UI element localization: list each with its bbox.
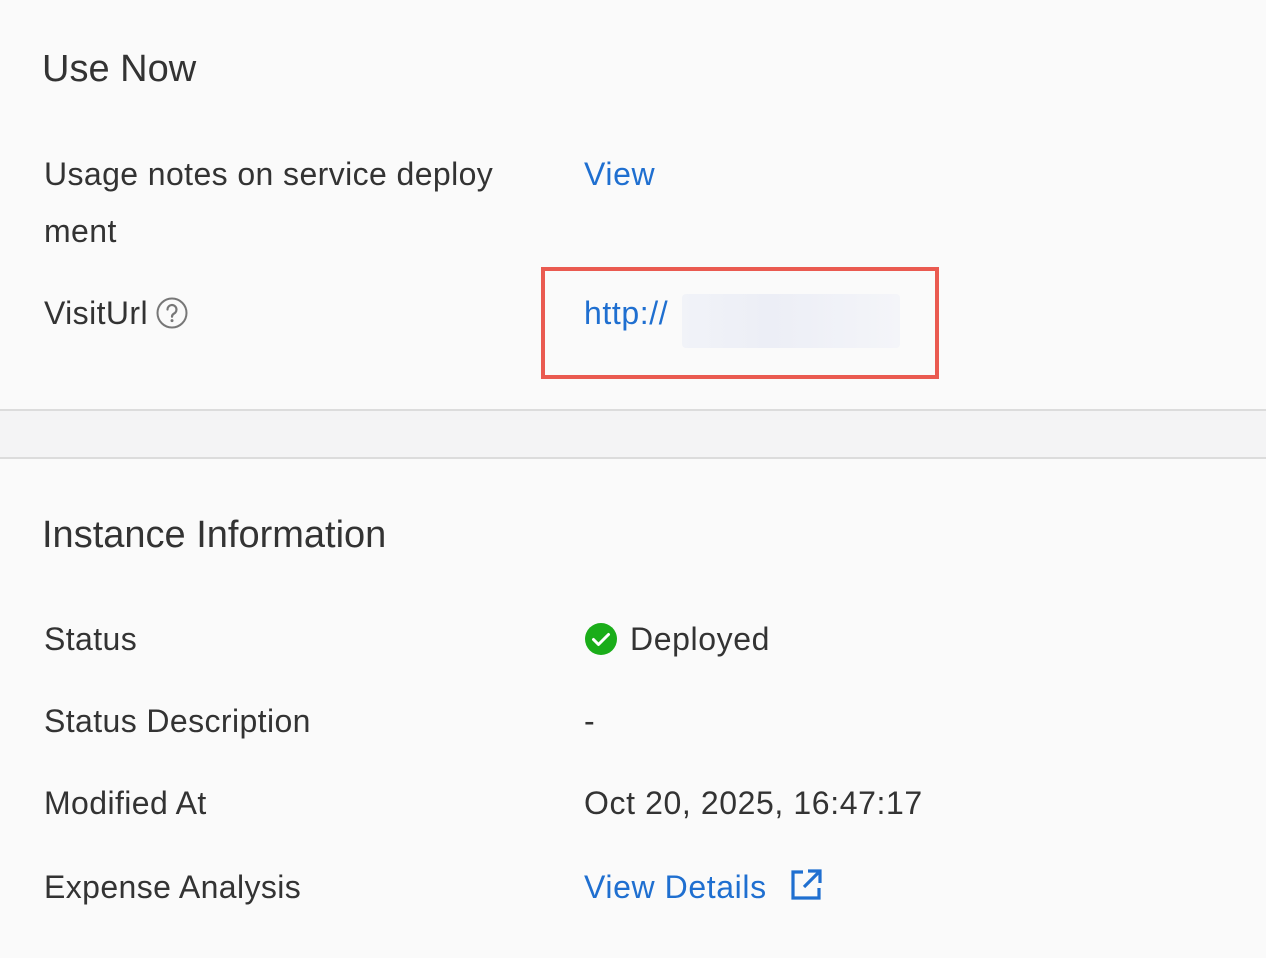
divider-top [0, 409, 1266, 411]
divider-bottom [0, 457, 1266, 459]
usage-notes-label: Usage notes on service deploy ment [44, 146, 493, 260]
external-link-icon[interactable] [789, 868, 823, 902]
status-description-value: - [584, 703, 596, 739]
check-circle-icon [584, 622, 618, 656]
visit-url-highlight-box [541, 267, 939, 379]
modified-at-value: Oct 20, 2025, 16:47:17 [584, 785, 923, 821]
visit-url-label-wrap: VisitUrl [44, 285, 188, 342]
usage-notes-label-line1: Usage notes on service deploy [44, 156, 494, 192]
instance-detail-page: Use Now Usage notes on service deploy me… [0, 0, 1266, 958]
status-text: Deployed [630, 621, 771, 657]
expense-analysis-label: Expense Analysis [44, 869, 302, 905]
usage-notes-view-link[interactable]: View [584, 156, 655, 192]
instance-info-title: Instance Information [42, 514, 387, 556]
status-label: Status [44, 621, 138, 657]
usage-notes-value: View [584, 154, 655, 194]
usage-notes-label-line2: ment [44, 213, 117, 249]
view-details-link[interactable]: View Details [584, 869, 767, 905]
visit-url-label: VisitUrl [44, 295, 148, 331]
modified-at-label: Modified At [44, 785, 207, 821]
expense-analysis-value: View Details [584, 867, 823, 907]
use-now-title: Use Now [42, 48, 197, 90]
status-value: Deployed [584, 619, 770, 659]
section-gap [0, 411, 1266, 457]
status-description-label: Status Description [44, 703, 311, 739]
question-circle-icon[interactable] [156, 290, 188, 329]
